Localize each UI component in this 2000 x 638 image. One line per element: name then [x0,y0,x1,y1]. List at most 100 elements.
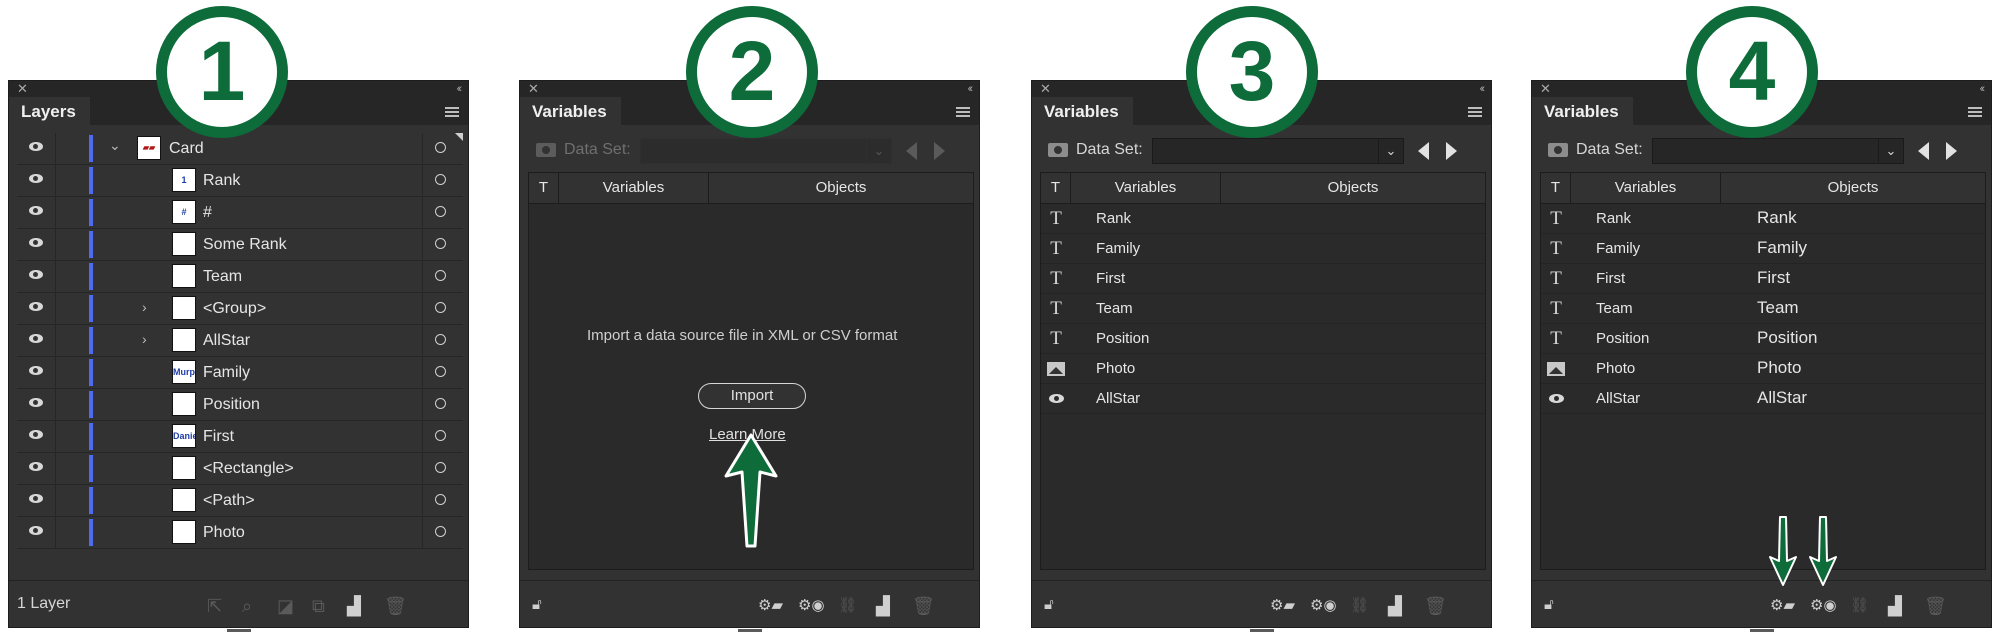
resize-grip[interactable] [1249,629,1274,632]
target-circle-icon[interactable] [435,366,446,377]
layer-name[interactable]: <Rectangle> [203,460,294,478]
resize-grip[interactable] [737,629,762,632]
layer-name[interactable]: Photo [203,524,245,542]
layer-row[interactable]: Murphy Family [17,357,463,389]
panel-menu-icon[interactable] [445,107,459,117]
column-objects[interactable]: Objects [709,173,973,203]
lock-column[interactable] [55,325,56,356]
next-data-set-icon[interactable] [1946,142,1957,160]
lock-column[interactable] [55,517,56,548]
target-circle-icon[interactable] [435,302,446,313]
variable-name[interactable]: Photo [1096,360,1135,377]
lock-column[interactable] [55,229,56,260]
eye-icon[interactable] [29,494,43,503]
variable-row[interactable]: AllStar AllStar [1541,384,1985,414]
close-icon[interactable]: ✕ [17,81,28,97]
lock-column[interactable] [55,389,56,420]
variable-row[interactable]: T Rank Rank [1541,204,1985,234]
unbind-variable-icon[interactable]: ⛓ [1350,596,1369,614]
variable-row[interactable]: AllStar [1041,384,1485,414]
layer-name[interactable]: Team [203,268,242,286]
variable-name[interactable]: Family [1096,240,1140,257]
lock-icon[interactable]: 🔓︎ [532,596,542,613]
target-column[interactable] [422,229,463,260]
column-type[interactable]: T [1541,173,1571,203]
eye-icon[interactable] [29,430,43,439]
variable-name[interactable]: First [1096,270,1125,287]
collapse-icon[interactable]: ‹‹ [1480,81,1486,97]
tab-layers[interactable]: Layers [9,97,90,125]
tab-variables[interactable]: Variables [520,97,621,125]
layer-row[interactable]: 1 Rank [17,165,463,197]
variable-name[interactable]: AllStar [1596,390,1640,407]
panel-menu-icon[interactable] [1468,107,1482,117]
eye-icon[interactable] [29,270,43,279]
target-circle-icon[interactable] [435,526,446,537]
tab-variables[interactable]: Variables [1532,97,1633,125]
layer-row[interactable]: › <Group> [17,293,463,325]
layer-row[interactable]: Team [17,261,463,293]
target-column[interactable] [422,293,463,324]
previous-data-set-icon[interactable] [1918,142,1929,160]
trash-icon[interactable]: 🗑 [1924,596,1947,617]
layer-name[interactable]: <Path> [203,492,255,510]
target-circle-icon[interactable] [435,462,446,473]
variable-name[interactable]: First [1596,270,1625,287]
lock-column[interactable] [55,293,56,324]
layer-row[interactable]: › AllStar [17,325,463,357]
variable-row[interactable]: T Position Position [1541,324,1985,354]
unbind-variable-icon[interactable]: ⛓ [838,596,857,614]
layer-row[interactable]: Daniel First [17,421,463,453]
target-circle-icon[interactable] [435,398,446,409]
target-circle-icon[interactable] [435,174,446,185]
variable-name[interactable]: Photo [1596,360,1635,377]
layer-row[interactable]: Photo [17,517,463,549]
variable-name[interactable]: Position [1596,330,1649,347]
lock-column[interactable] [55,357,56,388]
variable-row[interactable]: Photo Photo [1541,354,1985,384]
close-icon[interactable]: ✕ [1540,81,1551,97]
column-objects[interactable]: Objects [1721,173,1985,203]
target-circle-icon[interactable] [435,142,446,153]
clipping-mask-icon[interactable]: ◪ [277,596,294,617]
target-circle-icon[interactable] [435,270,446,281]
variable-row[interactable]: T Team Team [1541,294,1985,324]
camera-icon[interactable] [1548,143,1568,157]
new-variable-icon[interactable]: ▟ [1388,596,1402,617]
variable-row[interactable]: T Position [1041,324,1485,354]
lock-icon[interactable]: 🔓︎ [1044,596,1054,613]
unbind-variable-icon[interactable]: ⛓ [1850,596,1869,614]
eye-icon[interactable] [29,526,43,535]
layer-name[interactable]: # [203,204,212,222]
trash-icon[interactable]: 🗑 [912,596,935,617]
next-data-set-icon[interactable] [1446,142,1457,160]
panel-menu-icon[interactable] [1968,107,1982,117]
layer-name[interactable]: <Group> [203,300,266,318]
target-column[interactable] [422,261,463,292]
target-column[interactable] [422,357,463,388]
new-layer-icon[interactable]: ▟ [347,596,361,617]
capture-data-set-icon[interactable]: ⚙▰ [1270,596,1295,614]
target-column[interactable] [422,197,463,228]
resize-grip[interactable] [226,629,251,632]
variable-name[interactable]: Family [1596,240,1640,257]
layer-row-card[interactable]: ⌄ ▰▰ Card [17,133,463,165]
make-visibility-dynamic-icon[interactable]: ⚙◉ [1810,596,1837,614]
variable-row[interactable]: T Family Family [1541,234,1985,264]
layer-name[interactable]: Card [169,140,204,158]
target-circle-icon[interactable] [435,238,446,249]
target-circle-icon[interactable] [435,430,446,441]
make-visibility-dynamic-icon[interactable]: ⚙◉ [1310,596,1337,614]
layer-row[interactable]: Some Rank [17,229,463,261]
variable-row[interactable]: Photo [1041,354,1485,384]
lock-column[interactable] [55,133,56,164]
variable-row[interactable]: T Team [1041,294,1485,324]
column-variables[interactable]: Variables [559,173,709,203]
trash-icon[interactable]: 🗑 [1424,596,1447,617]
eye-icon[interactable] [29,398,43,407]
new-variable-icon[interactable]: ▟ [876,596,890,617]
chevron-down-icon[interactable]: ⌄ [1878,139,1903,163]
layer-row[interactable]: # # [17,197,463,229]
collapse-icon[interactable]: ‹‹ [457,81,463,97]
target-column[interactable] [422,165,463,196]
